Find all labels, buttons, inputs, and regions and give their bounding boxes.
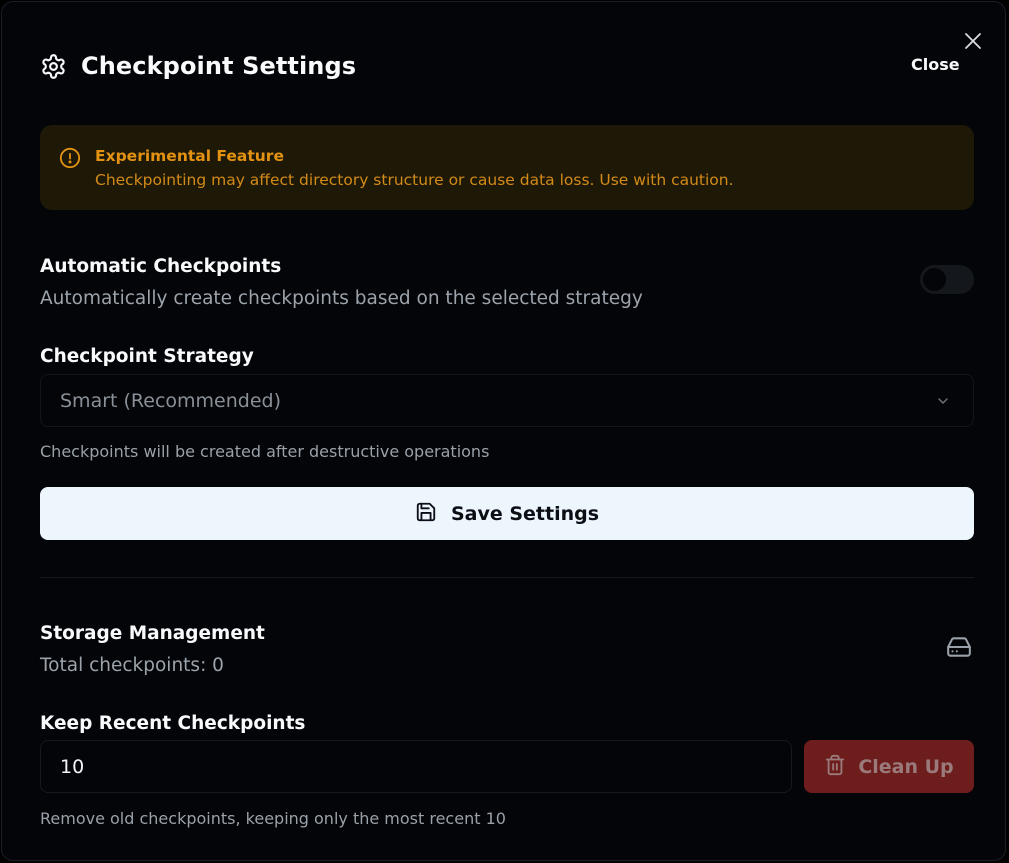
automatic-checkpoints-description: Automatically create checkpoints based o… <box>40 288 643 309</box>
clean-up-button[interactable]: Clean Up <box>804 740 974 793</box>
keep-recent-label: Keep Recent Checkpoints <box>40 713 306 734</box>
trash-icon <box>824 754 846 780</box>
warning-text: Checkpointing may affect directory struc… <box>95 171 734 189</box>
toggle-knob <box>923 268 946 291</box>
clean-up-label: Clean Up <box>858 755 954 778</box>
automatic-checkpoints-toggle[interactable] <box>920 265 974 294</box>
strategy-hint: Checkpoints will be created after destru… <box>40 442 490 461</box>
checkpoint-strategy-label: Checkpoint Strategy <box>40 346 254 367</box>
checkpoint-strategy-select[interactable]: Smart (Recommended) <box>40 374 974 427</box>
close-button[interactable]: Close <box>911 55 960 74</box>
floppy-disk-icon <box>415 501 437 527</box>
dialog-header: Checkpoint Settings <box>40 48 356 84</box>
checkpoint-settings-dialog: Checkpoint Settings Close Experimental F… <box>1 1 1006 861</box>
close-x-icon[interactable] <box>963 31 983 51</box>
alert-circle-icon <box>59 147 81 173</box>
experimental-warning-banner: Experimental Feature Checkpointing may a… <box>40 125 974 210</box>
storage-management-title: Storage Management <box>40 623 265 644</box>
total-checkpoints-text: Total checkpoints: 0 <box>40 655 224 676</box>
keep-recent-hint: Remove old checkpoints, keeping only the… <box>40 809 506 828</box>
strategy-selected-value: Smart (Recommended) <box>60 390 282 412</box>
warning-title: Experimental Feature <box>95 147 284 165</box>
chevron-down-icon <box>935 393 951 413</box>
save-settings-button[interactable]: Save Settings <box>40 487 974 540</box>
keep-recent-input[interactable]: 10 <box>40 740 792 793</box>
gear-icon <box>40 53 67 80</box>
automatic-checkpoints-label: Automatic Checkpoints <box>40 256 282 277</box>
keep-recent-value: 10 <box>60 756 85 778</box>
save-settings-label: Save Settings <box>450 502 600 525</box>
hard-drive-icon <box>945 634 973 664</box>
dialog-title: Checkpoint Settings <box>81 52 357 80</box>
section-divider <box>40 577 974 578</box>
